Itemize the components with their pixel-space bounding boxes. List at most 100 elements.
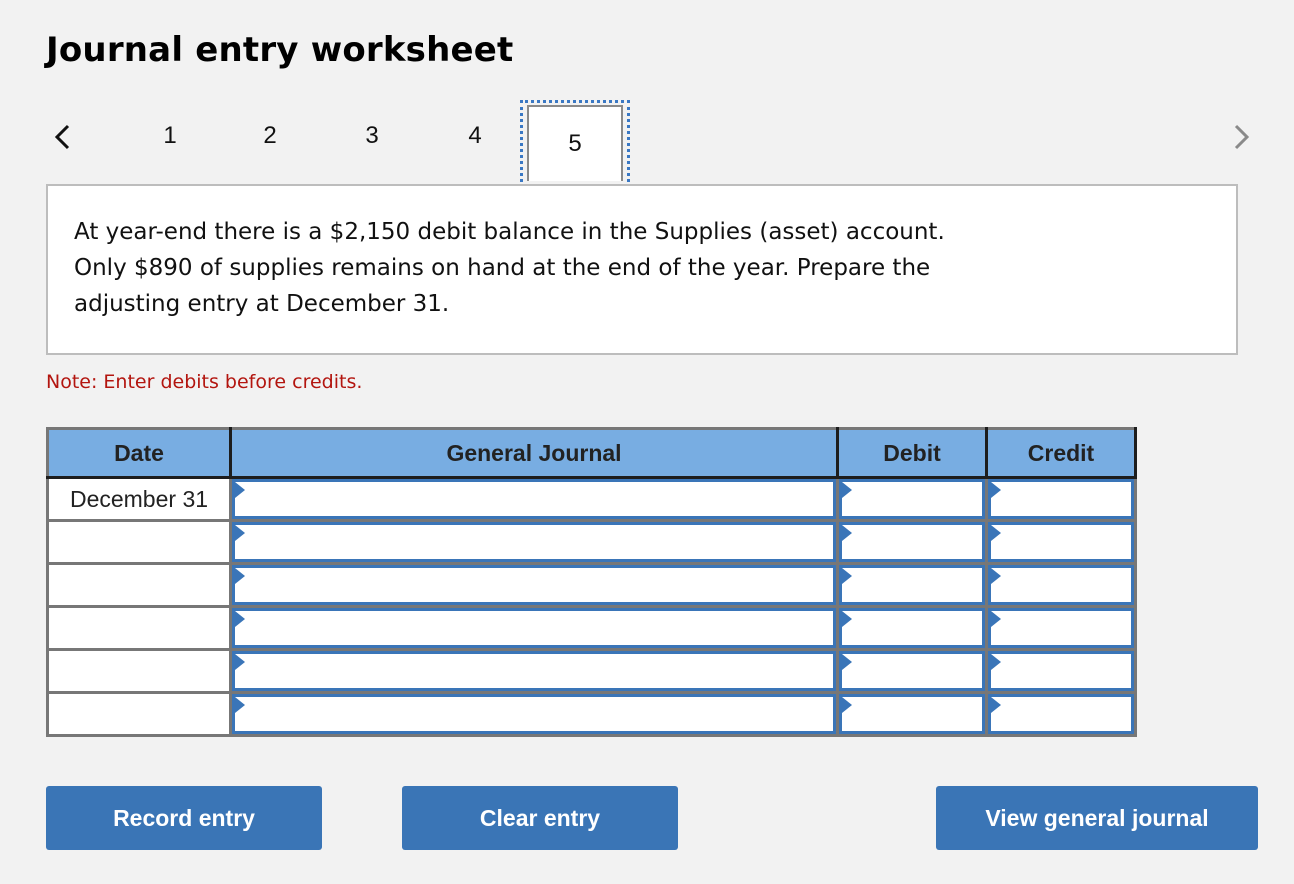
date-cell [46, 562, 232, 608]
credit-cell [985, 476, 1137, 522]
credit-input-wrapper [988, 651, 1134, 691]
account-cell [229, 476, 839, 522]
debit-input-wrapper [839, 651, 985, 691]
question-line-3: adjusting entry at December 31. [74, 291, 450, 317]
cell-marker-icon [991, 568, 1001, 584]
step-tab-1[interactable]: 1 [150, 122, 190, 150]
cell-marker-icon [991, 697, 1001, 713]
credit-input[interactable] [991, 697, 1131, 731]
cell-marker-icon [991, 482, 1001, 498]
cell-marker-icon [842, 611, 852, 627]
debit-cell [836, 648, 988, 694]
cell-marker-icon [235, 482, 245, 498]
table-row [46, 562, 1137, 608]
account-input-wrapper [232, 694, 836, 734]
step-tab-2[interactable]: 2 [250, 122, 290, 150]
account-input[interactable] [235, 611, 833, 645]
cell-marker-icon [235, 611, 245, 627]
credit-cell [985, 605, 1137, 651]
debit-input[interactable] [842, 482, 982, 516]
debit-input[interactable] [842, 654, 982, 688]
step-tab-5-label: 5 [527, 105, 623, 181]
credit-input[interactable] [991, 525, 1131, 559]
next-step-button[interactable] [1226, 122, 1256, 152]
credit-cell [985, 519, 1137, 565]
credit-input-wrapper [988, 694, 1134, 734]
cell-marker-icon [842, 654, 852, 670]
account-cell [229, 562, 839, 608]
step-navigation: 1 2 3 4 5 [0, 100, 1294, 190]
debit-cell [836, 519, 988, 565]
journal-table: Date General Journal Debit Credit Decemb… [46, 427, 1137, 737]
cell-marker-icon [842, 697, 852, 713]
step-tab-3[interactable]: 3 [352, 122, 392, 150]
table-row [46, 605, 1137, 651]
account-input[interactable] [235, 568, 833, 602]
debit-cell [836, 476, 988, 522]
account-cell [229, 605, 839, 651]
account-input-wrapper [232, 565, 836, 605]
credit-cell [985, 691, 1137, 737]
account-input-wrapper [232, 479, 836, 519]
credit-input-wrapper [988, 522, 1134, 562]
credit-input[interactable] [991, 611, 1131, 645]
instruction-note: Note: Enter debits before credits. [46, 371, 363, 393]
cell-marker-icon [842, 525, 852, 541]
prev-step-button[interactable] [48, 122, 78, 152]
account-input-wrapper [232, 608, 836, 648]
date-cell: December 31 [46, 476, 232, 522]
debit-cell [836, 562, 988, 608]
view-general-journal-button[interactable]: View general journal [936, 786, 1258, 850]
account-input[interactable] [235, 654, 833, 688]
account-input-wrapper [232, 651, 836, 691]
question-box: At year-end there is a $2,150 debit bala… [46, 184, 1238, 355]
debit-input[interactable] [842, 611, 982, 645]
account-input[interactable] [235, 482, 833, 516]
date-cell [46, 691, 232, 737]
cell-marker-icon [235, 568, 245, 584]
date-cell [46, 648, 232, 694]
debit-input-wrapper [839, 479, 985, 519]
record-entry-button[interactable]: Record entry [46, 786, 322, 850]
clear-entry-button[interactable]: Clear entry [402, 786, 678, 850]
account-cell [229, 519, 839, 565]
credit-input[interactable] [991, 568, 1131, 602]
account-input[interactable] [235, 525, 833, 559]
credit-input-wrapper [988, 479, 1134, 519]
header-debit: Debit [836, 427, 988, 479]
debit-cell [836, 691, 988, 737]
header-credit: Credit [985, 427, 1137, 479]
table-row [46, 519, 1137, 565]
cell-marker-icon [235, 697, 245, 713]
account-cell [229, 648, 839, 694]
chevron-right-icon [1234, 124, 1250, 150]
cell-marker-icon [842, 482, 852, 498]
question-line-2: Only $890 of supplies remains on hand at… [74, 255, 931, 281]
table-row: December 31 [46, 476, 1137, 522]
cell-marker-icon [991, 611, 1001, 627]
account-input[interactable] [235, 697, 833, 731]
account-cell [229, 691, 839, 737]
cell-marker-icon [991, 525, 1001, 541]
credit-input-wrapper [988, 565, 1134, 605]
debit-cell [836, 605, 988, 651]
cell-marker-icon [991, 654, 1001, 670]
table-row [46, 648, 1137, 694]
debit-input-wrapper [839, 608, 985, 648]
debit-input[interactable] [842, 568, 982, 602]
chevron-left-icon [54, 124, 70, 150]
header-date: Date [46, 427, 232, 479]
debit-input-wrapper [839, 694, 985, 734]
debit-input[interactable] [842, 525, 982, 559]
debit-input-wrapper [839, 522, 985, 562]
credit-input[interactable] [991, 654, 1131, 688]
debit-input[interactable] [842, 697, 982, 731]
cell-marker-icon [235, 654, 245, 670]
page-title: Journal entry worksheet [46, 30, 514, 70]
date-cell [46, 605, 232, 651]
step-tab-5-active[interactable]: 5 [520, 100, 630, 188]
step-tab-4[interactable]: 4 [455, 122, 495, 150]
header-general-journal: General Journal [229, 427, 839, 479]
cell-marker-icon [235, 525, 245, 541]
credit-input[interactable] [991, 482, 1131, 516]
